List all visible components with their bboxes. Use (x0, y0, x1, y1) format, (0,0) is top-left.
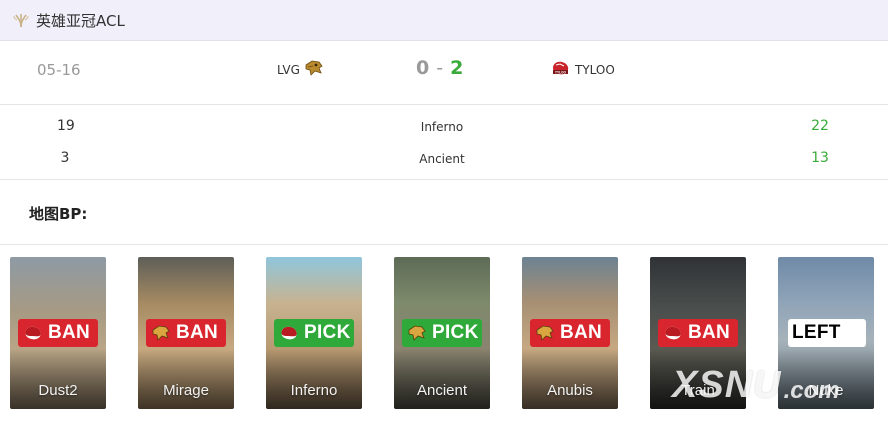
map-card-name: Mirage (163, 382, 209, 399)
tyloo-logo-icon: TYLOO (550, 59, 571, 81)
map-result-row[interactable]: 3 Ancient 13 (0, 144, 888, 174)
score-team-a: 0 (416, 57, 430, 79)
map-score-team-b: 13 (811, 150, 829, 166)
map-name: Inferno (420, 120, 464, 134)
ban-badge: BAN (530, 319, 610, 347)
lvg-logo-icon (533, 323, 557, 343)
bp-action: BAN (688, 322, 731, 343)
bp-action: PICK (432, 322, 479, 343)
map-card-name: Dust2 (38, 382, 78, 399)
bp-action: LEFT (792, 322, 841, 343)
team-b[interactable]: TYLOO TYLOO (550, 59, 615, 81)
tournament-header: 英雄亚冠ACL (0, 0, 888, 41)
map-card-name: Inferno (290, 382, 338, 399)
lvg-logo-icon (405, 323, 429, 343)
score-team-b: 2 (450, 57, 464, 79)
ban-badge: BAN (18, 319, 98, 347)
bp-action: BAN (176, 322, 219, 343)
map-card-mirage[interactable]: BAN Mirage (138, 257, 234, 409)
laurel-icon (12, 11, 30, 29)
tyloo-logo-icon (21, 323, 45, 343)
match-summary-row[interactable]: 05-16 LVG 0 - 2 TYLOO TYLOO (0, 41, 888, 105)
match-date: 05-16 (37, 61, 81, 79)
team-a[interactable]: LVG (277, 59, 324, 81)
bp-action: BAN (560, 322, 603, 343)
map-bp-label: 地图BP: (29, 205, 88, 223)
svg-text:TYLOO: TYLOO (555, 70, 566, 74)
ban-badge: BAN (146, 319, 226, 347)
map-card-name: Nuke (808, 382, 844, 399)
bp-action: BAN (48, 322, 91, 343)
map-card-inferno[interactable]: PICK Inferno (266, 257, 362, 409)
ban-badge: BAN (658, 319, 738, 347)
lvg-logo-icon (149, 323, 173, 343)
map-name: Ancient (419, 152, 465, 166)
tyloo-logo-icon (661, 323, 685, 343)
pick-badge: PICK (402, 319, 482, 347)
left-badge: LEFT (788, 319, 866, 347)
map-card-name: Ancient (416, 382, 468, 399)
map-score-team-b: 22 (811, 118, 829, 134)
map-card-dust2[interactable]: BAN Dust2 (10, 257, 106, 409)
divider (0, 244, 888, 245)
match-score: 0 - 2 (416, 57, 463, 79)
map-card-ancient[interactable]: PICK Ancient (394, 257, 490, 409)
map-card-train[interactable]: BAN Train (650, 257, 746, 409)
map-card-anubis[interactable]: BAN Anubis (522, 257, 618, 409)
map-card-name: Anubis (547, 382, 593, 399)
map-card-name: Train (681, 382, 715, 399)
map-card-nuke[interactable]: LEFT Nuke (778, 257, 874, 409)
team-b-name: TYLOO (575, 63, 615, 77)
match-detail-page: 英雄亚冠ACL 05-16 LVG 0 - 2 TYLOO TYLOO 19 I… (0, 0, 888, 423)
map-score-team-a: 19 (57, 118, 75, 134)
tournament-title[interactable]: 英雄亚冠ACL (36, 10, 125, 31)
tyloo-logo-icon (277, 323, 301, 343)
bp-action: PICK (304, 322, 351, 343)
map-bp-cards: BAN Dust2 BAN Mirage PICK Inferno PICK A… (0, 257, 888, 409)
score-separator: - (436, 57, 444, 79)
team-a-name: LVG (277, 63, 300, 77)
map-results: 19 Inferno 22 3 Ancient 13 (0, 106, 888, 180)
map-score-team-a: 3 (60, 150, 70, 166)
pick-badge: PICK (274, 319, 354, 347)
map-result-row[interactable]: 19 Inferno 22 (0, 112, 888, 142)
lvg-logo-icon (304, 59, 324, 81)
